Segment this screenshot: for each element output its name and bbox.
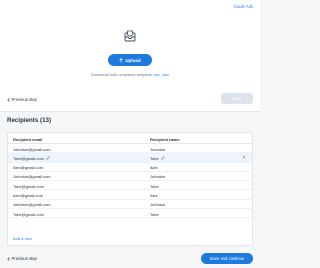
delete-icon[interactable] bbox=[242, 155, 246, 159]
upload-card: Guide Ads Upload Download bulk recipient… bbox=[0, 0, 260, 112]
recipient-email-cell: Tobe@gmail.com bbox=[13, 156, 50, 161]
template-hint-text: Download bulk recipients template: bbox=[91, 72, 155, 77]
chevron-left-icon bbox=[7, 256, 10, 261]
upload-arrow-icon bbox=[119, 57, 123, 62]
step-nav-top: Previous step Next bbox=[0, 92, 260, 108]
table-body: Johndoe@gmail.com Johndoe Tobe@gmail.com… bbox=[8, 144, 252, 219]
column-header-name: Recipient name bbox=[150, 137, 180, 142]
recipient-email: Johndoe@gmail.com bbox=[13, 146, 51, 152]
recipient-name: Tobe bbox=[150, 183, 159, 189]
recipient-name-cell: Tobe bbox=[150, 156, 165, 161]
add-recipient-link[interactable]: Add a new bbox=[13, 236, 32, 241]
recipient-email: Tobe@gmail.com bbox=[13, 155, 44, 161]
recipient-name: Alex bbox=[150, 165, 158, 171]
save-and-continue-button[interactable]: Save and continue bbox=[201, 253, 253, 264]
recipient-name: Tobe bbox=[150, 211, 159, 217]
recipient-email: Alex@gmail.com bbox=[13, 165, 44, 171]
upload-button[interactable]: Upload bbox=[108, 54, 152, 66]
recipient-name: Alex bbox=[150, 193, 158, 199]
column-header-email: Recipient email bbox=[13, 137, 43, 142]
table-row: Johndoe@gmail.com Johndoe bbox=[8, 144, 252, 154]
previous-step-button[interactable]: Previous step bbox=[7, 256, 37, 261]
upload-button-label: Upload bbox=[125, 57, 141, 63]
recipient-name: Tobe bbox=[150, 155, 159, 161]
envelope-tray-icon bbox=[124, 30, 136, 42]
previous-step-button[interactable]: Previous step bbox=[7, 97, 37, 102]
table-row[interactable]: Tobe@gmail.com Tobe bbox=[8, 153, 252, 163]
recipient-email: Tobe@gmail.com bbox=[13, 183, 44, 189]
recipient-email: Johndoe@gmail.com bbox=[13, 174, 51, 180]
table-row: Alex@gmail.com Alex bbox=[8, 163, 252, 172]
recipient-name: Johndoe bbox=[150, 174, 166, 180]
recipient-email: Johndoe@gmail.com bbox=[13, 202, 51, 208]
table-row: Johndoe@gmail.com Johndoe bbox=[8, 172, 252, 182]
table-row: Tobe@gmail.com Tobe bbox=[8, 181, 252, 191]
previous-step-label: Previous step bbox=[11, 97, 37, 102]
step-nav-bottom: Previous step Save and continue bbox=[0, 251, 260, 268]
recipient-name: Johndoe bbox=[150, 146, 166, 152]
chevron-left-icon bbox=[7, 97, 10, 102]
template-hint: Download bulk recipients template: csv, … bbox=[0, 72, 260, 77]
template-download-link[interactable]: csv, xlsx bbox=[154, 72, 169, 77]
guide-link[interactable]: Guide Ads bbox=[234, 4, 253, 9]
edit-pencil-icon[interactable] bbox=[46, 156, 50, 161]
table-row: Alex@gmail.com Alex bbox=[8, 190, 252, 200]
table-row: Tobe@gmail.com Tobe bbox=[8, 209, 252, 219]
page: Guide Ads Upload Download bulk recipient… bbox=[0, 0, 260, 268]
table-row: Johndoe@gmail.com Johndoe bbox=[8, 200, 252, 210]
recipients-title: Recipients (13) bbox=[7, 117, 52, 124]
recipient-email: Alex@gmail.com bbox=[13, 193, 44, 199]
edit-pencil-icon[interactable] bbox=[160, 156, 165, 161]
next-button[interactable]: Next bbox=[221, 93, 253, 104]
recipient-name: Johndoe bbox=[150, 202, 166, 208]
recipient-email: Tobe@gmail.com bbox=[13, 211, 44, 217]
previous-step-label: Previous step bbox=[11, 256, 37, 261]
table-header: Recipient email Recipient name bbox=[8, 133, 252, 144]
recipients-table: Recipient email Recipient name Johndoe@g… bbox=[7, 132, 253, 246]
